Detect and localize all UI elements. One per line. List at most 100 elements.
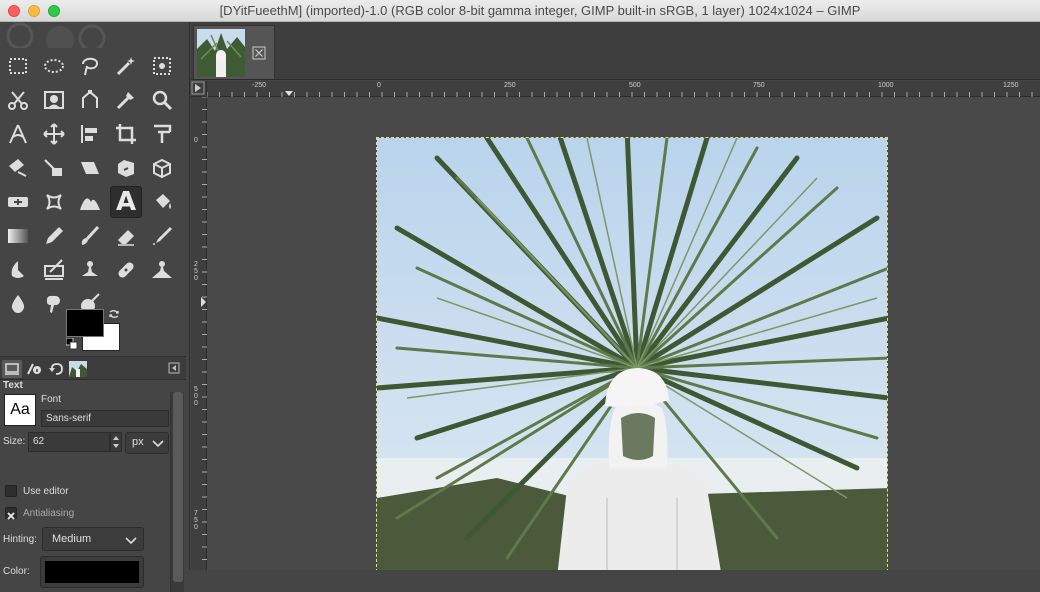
font-input[interactable]: Sans-serif — [41, 410, 169, 427]
ruler-label: 0 — [377, 82, 381, 89]
blur-icon[interactable] — [2, 288, 34, 320]
spinner-arrows-icon — [113, 436, 119, 448]
color-select-icon[interactable] — [146, 50, 178, 82]
text-icon[interactable]: A — [110, 186, 142, 218]
image-tab-strip — [191, 22, 1040, 80]
cage-icon[interactable] — [74, 186, 106, 218]
hinting-select[interactable]: Medium — [42, 527, 144, 551]
chevron-down-icon — [125, 537, 137, 545]
vertical-ruler-ticks — [201, 97, 207, 560]
mypaint-brush-icon[interactable] — [38, 254, 70, 286]
image-canvas[interactable] — [376, 137, 888, 570]
crop-icon[interactable] — [110, 118, 142, 150]
tool-options-icon — [5, 363, 19, 375]
title-bar: [DYitFueethM] (imported)-1.0 (RGB color … — [0, 0, 1040, 22]
color-picker-icon[interactable] — [110, 84, 142, 116]
move-icon[interactable] — [38, 118, 70, 150]
ellipse-select-icon[interactable] — [38, 50, 70, 82]
antialiasing-label: Antialiasing — [23, 508, 75, 519]
ruler-label: 250 — [194, 261, 198, 282]
perspective-icon[interactable] — [74, 152, 106, 184]
text-color-swatch — [45, 561, 139, 583]
ruler-label: 750 — [194, 510, 198, 531]
fuzzy-select-icon[interactable] — [110, 50, 142, 82]
rotate-icon[interactable] — [146, 118, 178, 150]
ruler-label: -250 — [252, 82, 267, 89]
perspective-clone-icon[interactable] — [146, 254, 178, 286]
chevron-down-icon — [152, 440, 164, 448]
ruler-label: 500 — [629, 82, 641, 89]
vertical-ruler[interactable]: 0 250 500 750 — [191, 97, 207, 570]
warp-icon[interactable] — [2, 186, 34, 218]
tool-options-scrollbar[interactable] — [170, 392, 184, 592]
paintbrush-icon[interactable] — [74, 220, 106, 252]
size-input[interactable]: 62 — [28, 432, 110, 452]
close-tab-icon[interactable] — [252, 46, 266, 60]
ruler-label: 500 — [194, 386, 198, 407]
checkmark-icon — [7, 512, 15, 520]
ruler-label: 250 — [504, 82, 516, 89]
dock-tab-bar — [0, 356, 186, 380]
airbrush-icon[interactable] — [146, 220, 178, 252]
default-colors-icon[interactable] — [66, 338, 78, 350]
unified-transform-icon[interactable] — [146, 152, 178, 184]
swap-colors-icon[interactable] — [108, 308, 120, 320]
hinting-value: Medium — [52, 533, 92, 545]
tool-options-tab[interactable] — [2, 360, 22, 378]
device-status-icon — [27, 363, 41, 375]
ruler-label: 1000 — [878, 82, 894, 89]
device-status-tab[interactable] — [24, 360, 44, 378]
antialiasing-checkbox[interactable] — [5, 507, 17, 520]
wilber-banner-icon — [6, 22, 106, 48]
tool-options-panel: Text Aa Font Sans-serif Size: 62 px Use … — [0, 380, 186, 592]
pencil-icon[interactable] — [38, 220, 70, 252]
scissors-icon[interactable] — [2, 84, 34, 116]
font-label: Font — [41, 394, 62, 405]
heal-icon[interactable] — [110, 254, 142, 286]
size-spinner[interactable] — [110, 432, 122, 452]
paths-icon[interactable] — [74, 84, 106, 116]
foreground-select-icon[interactable] — [38, 84, 70, 116]
zoom-icon[interactable] — [146, 84, 178, 116]
rect-select-icon[interactable] — [2, 50, 34, 82]
shear-icon[interactable] — [38, 152, 70, 184]
use-editor-checkbox[interactable] — [5, 485, 17, 497]
bucket-fill-icon[interactable] — [146, 186, 178, 218]
undo-history-icon — [49, 363, 63, 375]
undo-history-tab[interactable] — [46, 360, 66, 378]
measure-icon[interactable] — [2, 118, 34, 150]
font-preview-button[interactable]: Aa — [4, 394, 36, 426]
foreground-color-swatch[interactable] — [66, 309, 104, 337]
quick-mask-toggle[interactable] — [191, 81, 207, 97]
window-title: [DYitFueethM] (imported)-1.0 (RGB color … — [219, 3, 861, 18]
image-tab-thumbnail — [197, 29, 245, 77]
3d-transform-icon[interactable] — [110, 152, 142, 184]
images-tab[interactable] — [68, 360, 88, 378]
free-select-icon[interactable] — [74, 50, 106, 82]
image-canvas-area[interactable] — [207, 97, 1040, 570]
unit-select[interactable]: px — [125, 432, 169, 454]
ink-icon[interactable] — [2, 254, 34, 286]
scrollbar-thumb[interactable] — [173, 392, 183, 582]
menu-triangle-icon — [191, 81, 205, 95]
ruler-label: 750 — [753, 82, 765, 89]
ruler-label: 0 — [194, 137, 198, 144]
palm-photo — [377, 138, 887, 570]
use-editor-label: Use editor — [23, 486, 69, 497]
horizontal-ruler[interactable]: -250 0 250 500 750 1000 1250 — [207, 81, 1040, 97]
scale-icon[interactable] — [2, 152, 34, 184]
handle-transform-icon[interactable] — [38, 186, 70, 218]
image-tab[interactable] — [193, 25, 275, 79]
dock-menu-icon[interactable] — [168, 362, 180, 374]
clone-icon[interactable] — [74, 254, 106, 286]
ruler-label: 1250 — [1003, 82, 1019, 89]
toolbox: A Text Aa Font Sans-serif Size: 62 px Us… — [0, 22, 190, 592]
size-label: Size: — [3, 436, 26, 447]
color-label: Color: — [3, 566, 30, 577]
image-thumbnail-icon — [69, 361, 87, 377]
align-icon[interactable] — [74, 118, 106, 150]
gradient-icon[interactable] — [2, 220, 34, 252]
text-color-button[interactable] — [40, 556, 144, 588]
eraser-icon[interactable] — [110, 220, 142, 252]
image-thumbnail-icon — [197, 29, 245, 77]
